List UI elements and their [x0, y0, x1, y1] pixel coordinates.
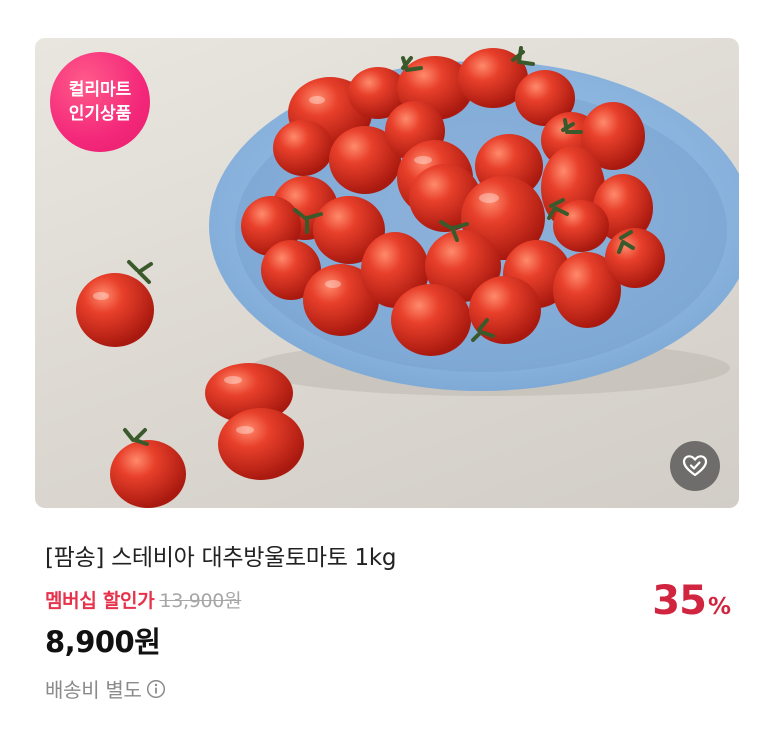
product-image[interactable]: 컬리마트 인기상품	[35, 38, 739, 508]
wishlist-button[interactable]	[670, 441, 720, 491]
badge-line-1: 컬리마트	[68, 80, 132, 100]
promo-badge: 컬리마트 인기상품	[50, 52, 150, 152]
badge-line-2: 인기상품	[68, 104, 132, 124]
discount-unit: %	[707, 594, 731, 620]
heart-check-icon	[682, 455, 708, 477]
shipping-info: 배송비 별도	[45, 674, 166, 703]
info-icon[interactable]	[146, 679, 166, 699]
member-price-row: 멤버십 할인가 13,900원	[45, 586, 242, 613]
original-price: 13,900원	[159, 590, 242, 612]
sale-price: 8,900원	[45, 625, 161, 659]
shipping-text: 배송비 별도	[45, 678, 142, 702]
discount-value: 35	[652, 578, 707, 624]
product-card[interactable]: 컬리마트 인기상품 [팜송] 스테비아 대추방울토마토 1kg 멤버십 할인가 …	[0, 0, 773, 741]
product-title[interactable]: [팜송] 스테비아 대추방울토마토 1kg	[45, 538, 397, 572]
discount-rate: 35 %	[652, 578, 731, 624]
member-discount-label: 멤버십 할인가	[45, 590, 155, 612]
